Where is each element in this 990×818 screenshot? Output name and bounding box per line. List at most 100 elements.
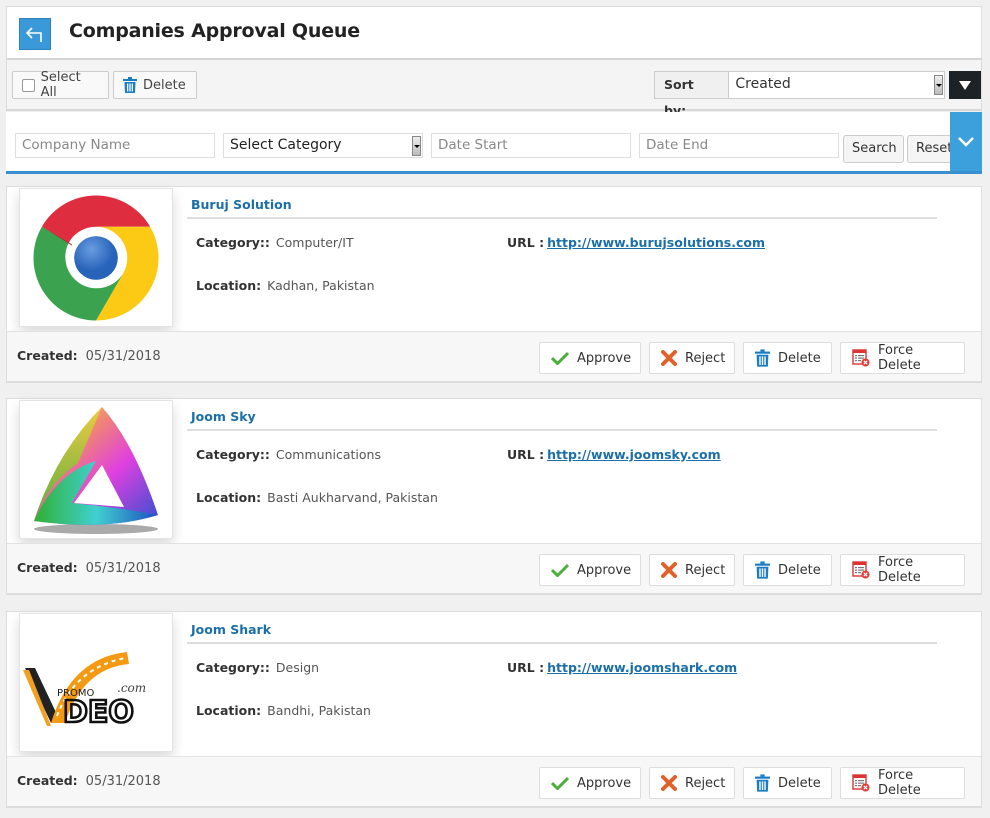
delete-button[interactable]: Delete [743, 342, 832, 374]
trash-icon [755, 561, 770, 579]
url-label: URL : [507, 447, 545, 462]
approve-label: Approve [577, 775, 632, 791]
location-field: Location: Kadhan, Pakistan [196, 278, 375, 293]
approve-button[interactable]: Approve [539, 554, 641, 586]
force-delete-icon [852, 561, 870, 579]
filter-bar: Company Name Select Category Date Start … [6, 112, 982, 174]
x-mark-icon [661, 350, 677, 366]
category-select[interactable]: Select Category [223, 133, 423, 158]
location-value: Basti Aukharvand, Pakistan [267, 490, 438, 505]
sort-select[interactable]: Created [728, 71, 946, 99]
approve-button[interactable]: Approve [539, 342, 641, 374]
category-field: Category:: Design [196, 660, 319, 675]
bulk-delete-label: Delete [143, 77, 186, 93]
delete-label: Delete [778, 562, 821, 578]
reject-button[interactable]: Reject [649, 554, 735, 586]
select-arrow-icon [412, 136, 421, 156]
bulk-delete-button[interactable]: Delete [113, 71, 197, 99]
category-label: Category:: [196, 447, 270, 462]
category-select-value: Select Category [230, 137, 342, 153]
date-end-input[interactable]: Date End [639, 133, 839, 158]
force-delete-button[interactable]: Force Delete [840, 554, 965, 586]
location-value: Kadhan, Pakistan [267, 278, 375, 293]
delete-label: Delete [778, 775, 821, 791]
url-field: URL : http://www.joomsky.com [507, 447, 721, 462]
created-field: Created: 05/31/2018 [17, 348, 161, 364]
chrome-logo-icon [33, 194, 159, 321]
select-all-button[interactable]: Select All [12, 70, 109, 100]
card-footer: Created: 05/31/2018 Approve Reject Delet… [7, 543, 981, 593]
created-field: Created: 05/31/2018 [17, 560, 161, 576]
location-label: Location: [196, 490, 262, 505]
location-value: Bandhi, Pakistan [267, 703, 371, 718]
reject-label: Reject [685, 350, 726, 366]
rainbow-triangle-icon [34, 406, 158, 534]
url-label: URL : [507, 660, 545, 675]
company-url-link[interactable]: http://www.joomshark.com [547, 660, 737, 675]
category-field: Category:: Computer/IT [196, 235, 354, 250]
force-delete-button[interactable]: Force Delete [840, 342, 965, 374]
search-button[interactable]: Search [843, 135, 904, 163]
approve-button[interactable]: Approve [539, 767, 641, 799]
toolbar: Select All Delete Sort by: Created [6, 60, 982, 118]
company-logo[interactable]: PROMO .com DEO [19, 613, 173, 752]
reject-button[interactable]: Reject [649, 342, 735, 374]
category-value: Communications [275, 447, 381, 462]
page-title: Companies Approval Queue [69, 20, 360, 42]
company-url-link[interactable]: http://www.burujsolutions.com [547, 235, 765, 250]
category-field: Category:: Communications [196, 447, 381, 462]
company-name[interactable]: Joom Sky [191, 409, 256, 424]
sort-select-value: Created [735, 76, 791, 92]
caret-down-icon [959, 80, 972, 90]
delete-button[interactable]: Delete [743, 554, 832, 586]
approve-label: Approve [577, 350, 632, 366]
company-logo[interactable] [19, 188, 173, 327]
created-value: 05/31/2018 [85, 561, 161, 576]
location-label: Location: [196, 703, 262, 718]
force-delete-label: Force Delete [878, 343, 921, 373]
url-field: URL : http://www.joomshark.com [507, 660, 737, 675]
x-mark-icon [661, 775, 677, 791]
created-value: 05/31/2018 [85, 349, 161, 364]
delete-button[interactable]: Delete [743, 767, 832, 799]
divider [187, 429, 937, 431]
back-button[interactable] [19, 18, 51, 50]
page-header: Companies Approval Queue [6, 6, 982, 60]
date-start-input[interactable]: Date Start [431, 133, 631, 158]
category-label: Category:: [196, 235, 270, 250]
reset-button[interactable]: Reset [907, 135, 955, 163]
card-footer: Created: 05/31/2018 Approve Reject Delet… [7, 331, 981, 381]
checkmark-icon [551, 563, 569, 577]
back-arrow-icon [25, 27, 42, 42]
reject-label: Reject [685, 562, 726, 578]
x-mark-icon [661, 562, 677, 578]
category-value: Computer/IT [275, 235, 354, 250]
location-label: Location: [196, 278, 262, 293]
divider [187, 642, 937, 644]
created-value: 05/31/2018 [85, 774, 161, 789]
dotcom-text: .com [117, 681, 146, 695]
force-delete-icon [852, 774, 870, 792]
company-name[interactable]: Buruj Solution [191, 197, 292, 212]
company-card: PROMO .com DEO Joom Shark Category:: Desi… [6, 611, 982, 808]
checkmark-icon [551, 351, 569, 365]
force-delete-button[interactable]: Force Delete [840, 767, 965, 799]
approve-label: Approve [577, 562, 632, 578]
company-name[interactable]: Joom Shark [191, 622, 271, 637]
company-card: Joom Sky Category:: Communications URL :h… [6, 398, 982, 595]
delete-label: Delete [778, 350, 821, 366]
expand-filters-button[interactable] [950, 112, 982, 171]
url-label: URL : [507, 235, 545, 250]
url-field: URL : http://www.burujsolutions.com [507, 235, 765, 250]
video-text: DEO [63, 695, 134, 728]
select-all-checkbox[interactable] [22, 78, 35, 92]
checkmark-icon [551, 776, 569, 790]
location-field: Location: Bandhi, Pakistan [196, 703, 371, 718]
sort-direction-button[interactable] [949, 71, 981, 99]
company-url-link[interactable]: http://www.joomsky.com [547, 447, 721, 462]
reject-button[interactable]: Reject [649, 767, 735, 799]
company-logo[interactable] [19, 400, 173, 539]
company-name-input[interactable]: Company Name [15, 133, 215, 158]
created-label: Created: [17, 348, 78, 363]
divider [187, 217, 937, 219]
